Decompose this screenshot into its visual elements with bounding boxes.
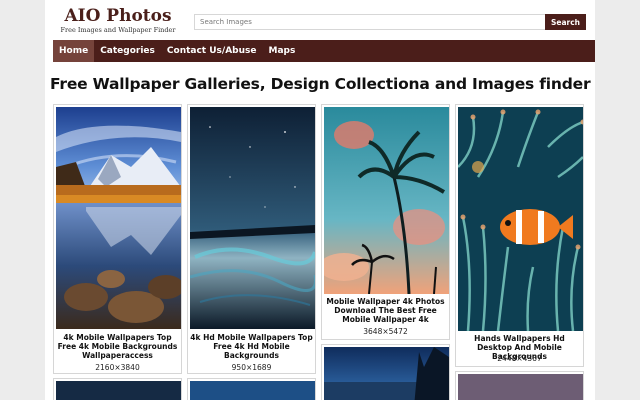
- gallery-dimensions-4: 2448×4367: [497, 354, 542, 363]
- gallery-card-8[interactable]: [455, 371, 584, 400]
- gallery-card-2[interactable]: 4k Hd Mobile Wallpapers Top Free 4k Hd M…: [187, 104, 316, 374]
- gallery-card-7[interactable]: [321, 344, 450, 400]
- gallery-caption-1[interactable]: 4k Mobile Wallpapers Top Free 4k Mobile …: [56, 333, 179, 360]
- gallery-image-7[interactable]: [324, 347, 449, 400]
- logo[interactable]: AIO Photos Free Images and Wallpaper Fin…: [53, 6, 183, 35]
- gallery-image-5[interactable]: [56, 381, 181, 400]
- gallery-card-5[interactable]: [53, 378, 182, 400]
- gallery-caption-3[interactable]: Mobile Wallpaper 4k Photos Download The …: [324, 297, 447, 324]
- page: AIO Photos Free Images and Wallpaper Fin…: [45, 0, 595, 400]
- gallery-caption-2[interactable]: 4k Hd Mobile Wallpapers Top Free 4k Hd M…: [190, 333, 313, 360]
- gallery-dimensions-1: 2160×3840: [95, 363, 140, 372]
- gallery-image-2[interactable]: [190, 107, 315, 329]
- main-nav: Home Categories Contact Us/Abuse Maps: [53, 40, 595, 62]
- gallery-card-4[interactable]: Hands Wallpapers Hd Desktop And Mobile B…: [455, 104, 584, 367]
- gallery-dimensions-2: 950×1689: [231, 363, 272, 372]
- nav-categories[interactable]: Categories: [94, 40, 161, 62]
- gallery-image-1[interactable]: [56, 107, 181, 329]
- page-title: Free Wallpaper Galleries, Design Collect…: [50, 75, 591, 93]
- gallery-card-3[interactable]: Mobile Wallpaper 4k Photos Download The …: [321, 104, 450, 340]
- search-input[interactable]: [194, 14, 546, 30]
- gallery-image-4[interactable]: [458, 107, 583, 331]
- gallery-card-6[interactable]: [187, 378, 316, 400]
- gallery-card-1[interactable]: 4k Mobile Wallpapers Top Free 4k Mobile …: [53, 104, 182, 374]
- nav-home[interactable]: Home: [53, 40, 95, 62]
- logo-tagline: Free Images and Wallpaper Finder: [60, 26, 176, 34]
- gallery-image-3[interactable]: [324, 107, 449, 294]
- gallery-image-8[interactable]: [458, 374, 583, 400]
- logo-title[interactable]: AIO Photos: [53, 6, 183, 26]
- nav-maps[interactable]: Maps: [262, 40, 301, 62]
- site-header: AIO Photos Free Images and Wallpaper Fin…: [45, 0, 595, 40]
- search-button[interactable]: Search: [545, 14, 586, 30]
- nav-contact[interactable]: Contact Us/Abuse: [161, 40, 263, 62]
- gallery-image-6[interactable]: [190, 381, 315, 400]
- gallery-dimensions-3: 3648×5472: [363, 327, 408, 336]
